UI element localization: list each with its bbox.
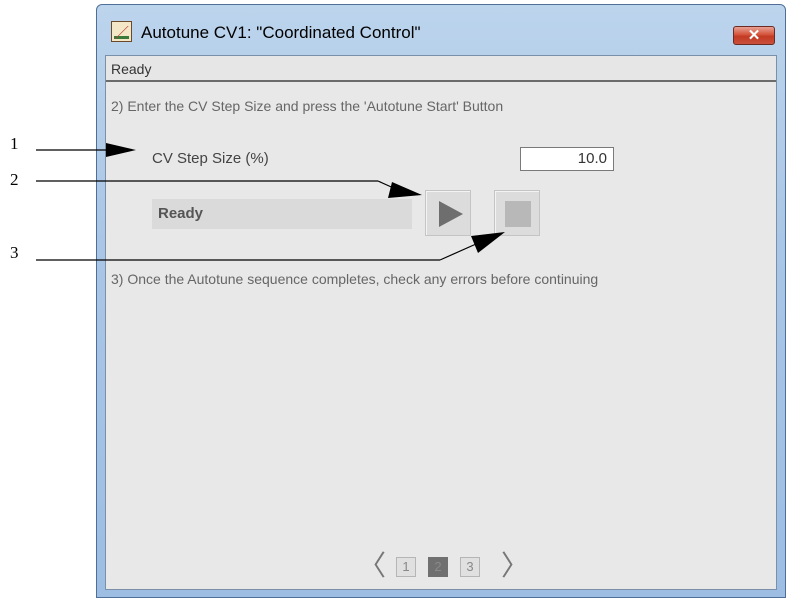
page-3-button[interactable]: 3: [460, 557, 480, 577]
page-navigator: 〈 1 2 3 〉: [106, 552, 776, 582]
cv-step-size-input[interactable]: 10.0: [520, 147, 614, 171]
autotune-stop-button[interactable]: [494, 190, 540, 236]
callout-1: 1: [10, 134, 19, 153]
status-text: Ready: [111, 61, 152, 77]
callout-3: 3: [10, 243, 19, 262]
close-button[interactable]: ✕: [733, 26, 775, 45]
status-bar: Ready: [106, 56, 776, 82]
step-3-instruction: 3) Once the Autotune sequence completes,…: [111, 271, 599, 287]
autotune-window: Autotune CV1: "Coordinated Control" ✕ Re…: [96, 4, 786, 598]
window-title: Autotune CV1: "Coordinated Control": [141, 23, 421, 42]
autotune-state-display: Ready: [152, 199, 412, 229]
play-icon: [439, 201, 463, 227]
title-bar[interactable]: Autotune CV1: "Coordinated Control" ✕: [97, 5, 785, 55]
client-area: Ready 2) Enter the CV Step Size and pres…: [105, 55, 777, 590]
callout-2: 2: [10, 170, 19, 189]
chevron-right-icon[interactable]: 〉: [501, 552, 529, 580]
stop-icon: [505, 201, 531, 227]
autotune-chart-icon: [111, 21, 132, 42]
page-2-button[interactable]: 2: [428, 557, 448, 577]
cv-step-size-label: CV Step Size (%): [152, 150, 269, 167]
chevron-left-icon[interactable]: 〈: [358, 552, 386, 580]
autotune-start-button[interactable]: [425, 190, 471, 236]
step-2-instruction: 2) Enter the CV Step Size and press the …: [111, 98, 504, 114]
page-1-button[interactable]: 1: [396, 557, 416, 577]
